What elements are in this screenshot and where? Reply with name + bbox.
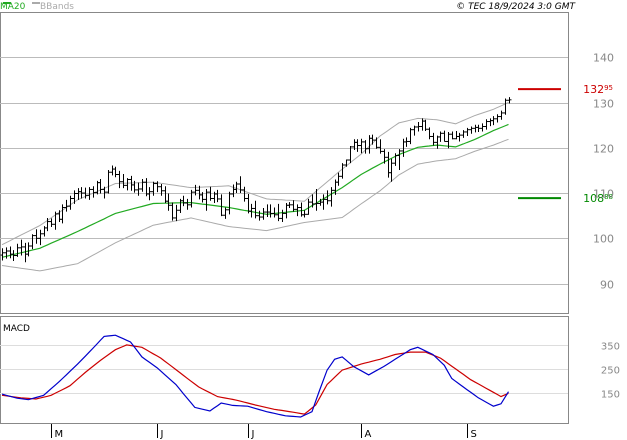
price-tick-label: 90	[600, 279, 614, 292]
price-tick-label: 140	[593, 52, 614, 65]
macd-tick-label: 250	[601, 366, 620, 377]
price-tick-label: 120	[593, 143, 614, 156]
macd-tick-label: 150	[601, 390, 620, 401]
stock-chart: MA20 BBands © TEC 18/9/2024 3:0 GMT MACD…	[0, 2, 620, 440]
price-tick-label: 130	[593, 98, 614, 111]
copyright-text: © TEC 18/9/2024 3:0 GMT	[456, 2, 576, 12]
bbands-legend-swatch	[32, 2, 40, 4]
resistance-label: 13295	[583, 83, 613, 96]
x-tick-label: J	[251, 429, 255, 440]
x-tick-label: S	[471, 429, 477, 440]
x-tick-label: J	[160, 429, 164, 440]
price-tick-label: 100	[593, 233, 614, 246]
price-tick-label: 110	[593, 188, 614, 201]
macd-label: MACD	[3, 324, 30, 334]
price-axis-labels: 140 130 120 110 100 90 350 250 150	[593, 52, 620, 401]
x-tick-label: A	[365, 429, 372, 440]
x-axis-ticks: MJJAS	[51, 424, 477, 440]
x-tick-label: M	[55, 429, 64, 440]
legend-ma20: MA20	[0, 2, 26, 12]
macd-tick-label: 350	[601, 342, 620, 353]
legend-bbands: BBands	[40, 2, 74, 12]
